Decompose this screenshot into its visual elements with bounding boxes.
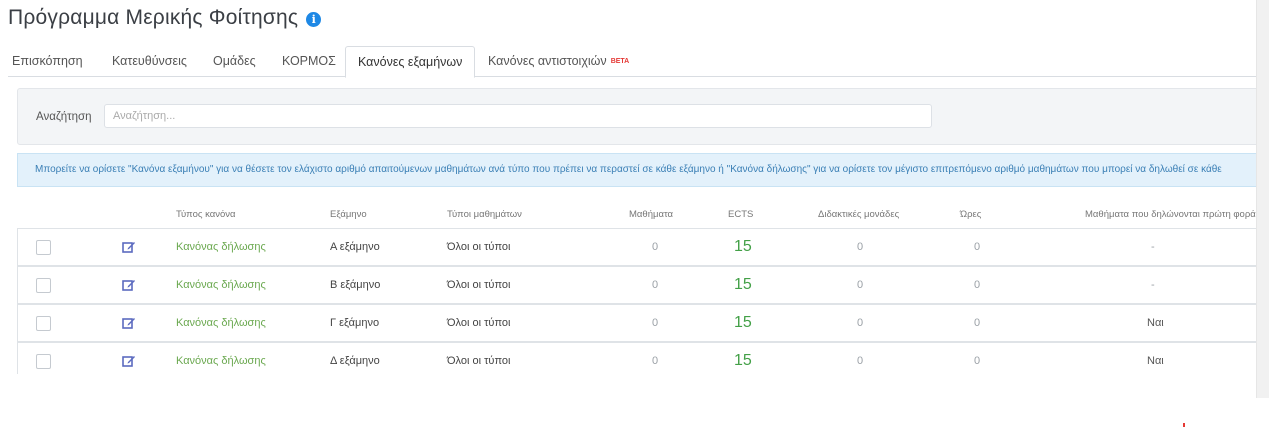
course-types-cell: Όλοι οι τύποι [447, 355, 511, 367]
rule-type-link[interactable]: Κανόνας δήλωσης [176, 355, 266, 367]
column-header-semester[interactable]: Εξάμηνο [330, 209, 367, 220]
courses-cell: 0 [652, 279, 659, 291]
ects-cell: 15 [734, 352, 752, 369]
first-time-cell: Ναι [1147, 317, 1164, 329]
semester-cell: Β εξάμηνο [330, 279, 381, 291]
search-label: Αναζήτηση [36, 111, 92, 123]
ects-cell: 15 [734, 276, 752, 293]
semester-cell: Α εξάμηνο [330, 241, 380, 253]
info-icon[interactable]: i [306, 11, 322, 27]
edit-icon[interactable] [122, 316, 136, 330]
page-bottom-area [0, 374, 1256, 429]
column-header-units[interactable]: Διδακτικές μονάδες [818, 209, 899, 220]
hours-cell: 0 [974, 279, 981, 291]
column-header-ects[interactable]: ECTS [728, 209, 753, 220]
rule-type-link[interactable]: Κανόνας δήλωσης [176, 241, 266, 253]
column-header-rule-type[interactable]: Τύπος κανόνα [176, 209, 236, 220]
units-cell: 0 [857, 241, 864, 253]
first-time-cell: - [1151, 279, 1155, 291]
tab-bar: Επισκόπηση Κατευθύνσεις Ομάδες ΚΟΡΜΟΣ Κα… [8, 46, 1256, 78]
course-types-cell: Όλοι οι τύποι [447, 317, 511, 329]
tab-semester-rules[interactable]: Κανόνες εξαμήνων [345, 46, 476, 78]
info-message: Μπορείτε να ορίσετε "Κανόνα εξαμήνου" γι… [17, 153, 1257, 187]
units-cell: 0 [857, 317, 864, 329]
ects-cell: 15 [734, 314, 752, 331]
course-types-cell: Όλοι οι τύποι [447, 241, 511, 253]
courses-cell: 0 [652, 317, 659, 329]
hours-cell: 0 [974, 355, 981, 367]
column-header-hours[interactable]: Ώρες [960, 209, 981, 220]
search-input[interactable] [104, 104, 932, 128]
tab-equivalence-rules[interactable]: Κανόνες αντιστοιχιών BETA [488, 46, 629, 76]
semester-cell: Δ εξάμηνο [330, 355, 380, 367]
first-time-cell: - [1151, 241, 1155, 253]
edit-icon[interactable] [122, 240, 136, 254]
courses-cell: 0 [652, 241, 659, 253]
tab-core[interactable]: ΚΟΡΜΟΣ [282, 46, 336, 76]
hours-cell: 0 [974, 241, 981, 253]
courses-cell: 0 [652, 355, 659, 367]
rule-type-link[interactable]: Κανόνας δήλωσης [176, 317, 266, 329]
tab-overview[interactable]: Επισκόπηση [12, 46, 83, 76]
red-mark [1183, 423, 1185, 427]
semester-cell: Γ εξάμηνο [330, 317, 380, 329]
beta-badge: BETA [610, 57, 630, 65]
page-header: Πρόγραμμα Μερικής Φοίτησης i [8, 6, 322, 30]
edit-icon[interactable] [122, 278, 136, 292]
units-cell: 0 [857, 355, 864, 367]
tab-equivalence-rules-label: Κανόνες αντιστοιχιών [488, 54, 607, 68]
column-header-courses[interactable]: Μαθήματα [629, 209, 673, 220]
vertical-scrollbar[interactable] [1256, 0, 1269, 398]
column-header-course-types[interactable]: Τύποι μαθημάτων [447, 209, 522, 220]
course-types-cell: Όλοι οι τύποι [447, 279, 511, 291]
units-cell: 0 [857, 279, 864, 291]
first-time-cell: Ναι [1147, 355, 1164, 367]
hours-cell: 0 [974, 317, 981, 329]
row-checkbox[interactable] [36, 354, 51, 369]
tab-groups[interactable]: Ομάδες [213, 46, 256, 76]
rule-type-link[interactable]: Κανόνας δήλωσης [176, 279, 266, 291]
edit-icon[interactable] [122, 354, 136, 368]
row-checkbox[interactable] [36, 240, 51, 255]
ects-cell: 15 [734, 238, 752, 255]
tab-directions[interactable]: Κατευθύνσεις [112, 46, 187, 76]
column-header-first-time[interactable]: Μαθήματα που δηλώνονται πρώτη φορά [1085, 209, 1256, 220]
row-checkbox[interactable] [36, 278, 51, 293]
row-checkbox[interactable] [36, 316, 51, 331]
page-title: Πρόγραμμα Μερικής Φοίτησης [8, 6, 299, 29]
